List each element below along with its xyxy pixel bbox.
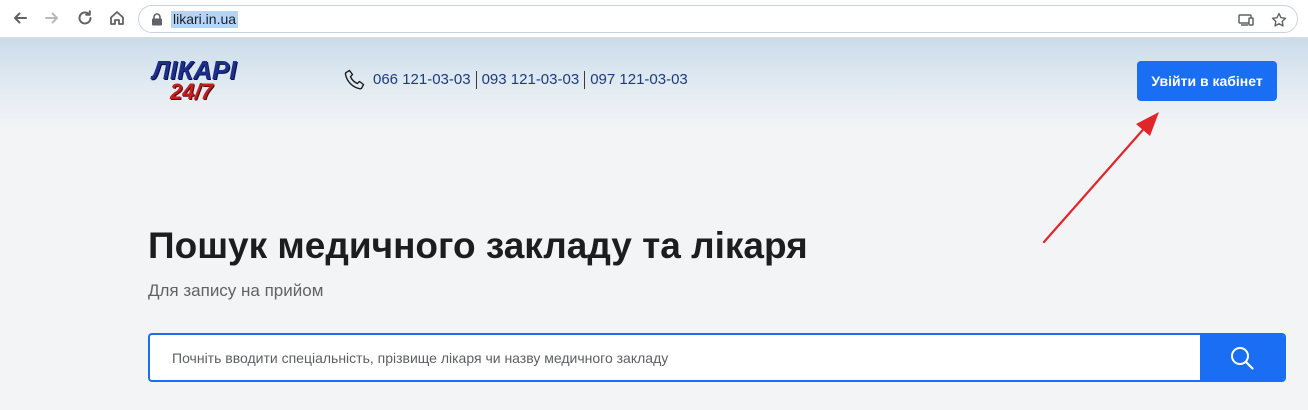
reload-icon[interactable] bbox=[73, 6, 97, 30]
page-subtitle: Для запису на прийом bbox=[148, 281, 324, 300]
cast-icon[interactable] bbox=[1237, 11, 1255, 29]
phone-number-3[interactable]: 097 121-03-03 bbox=[590, 70, 688, 90]
login-button[interactable]: Увійти в кабінет bbox=[1137, 61, 1277, 101]
back-icon[interactable] bbox=[8, 6, 32, 30]
browser-toolbar: likari.in.ua bbox=[0, 0, 1308, 38]
phone-divider bbox=[584, 71, 586, 89]
address-bar[interactable]: likari.in.ua bbox=[138, 5, 1298, 33]
phone-icon bbox=[344, 69, 365, 90]
phone-number-2[interactable]: 093 121-03-03 bbox=[482, 70, 580, 90]
lock-icon bbox=[152, 13, 162, 26]
phone-number-1[interactable]: 066 121-03-03 bbox=[373, 70, 471, 90]
forward-icon[interactable] bbox=[40, 6, 64, 30]
search-button[interactable] bbox=[1200, 335, 1284, 380]
url-text[interactable]: likari.in.ua bbox=[171, 11, 239, 28]
page-title: Пошук медичного закладу та лікаря bbox=[148, 225, 808, 266]
home-icon[interactable] bbox=[105, 6, 129, 30]
search-input[interactable] bbox=[150, 335, 1202, 380]
site-logo[interactable]: ЛІКАРІ 24/7 bbox=[152, 56, 252, 112]
phone-list: 066 121-03-03 093 121-03-03 097 121-03-0… bbox=[343, 66, 688, 94]
site-header: ЛІКАРІ 24/7 066 121-03-03 093 121-03-03 … bbox=[0, 38, 1308, 128]
logo-text-bottom: 24/7 bbox=[170, 79, 213, 104]
search-bar bbox=[148, 333, 1286, 382]
star-icon[interactable] bbox=[1270, 11, 1288, 29]
phone-divider bbox=[475, 71, 477, 89]
search-icon bbox=[1231, 346, 1254, 370]
